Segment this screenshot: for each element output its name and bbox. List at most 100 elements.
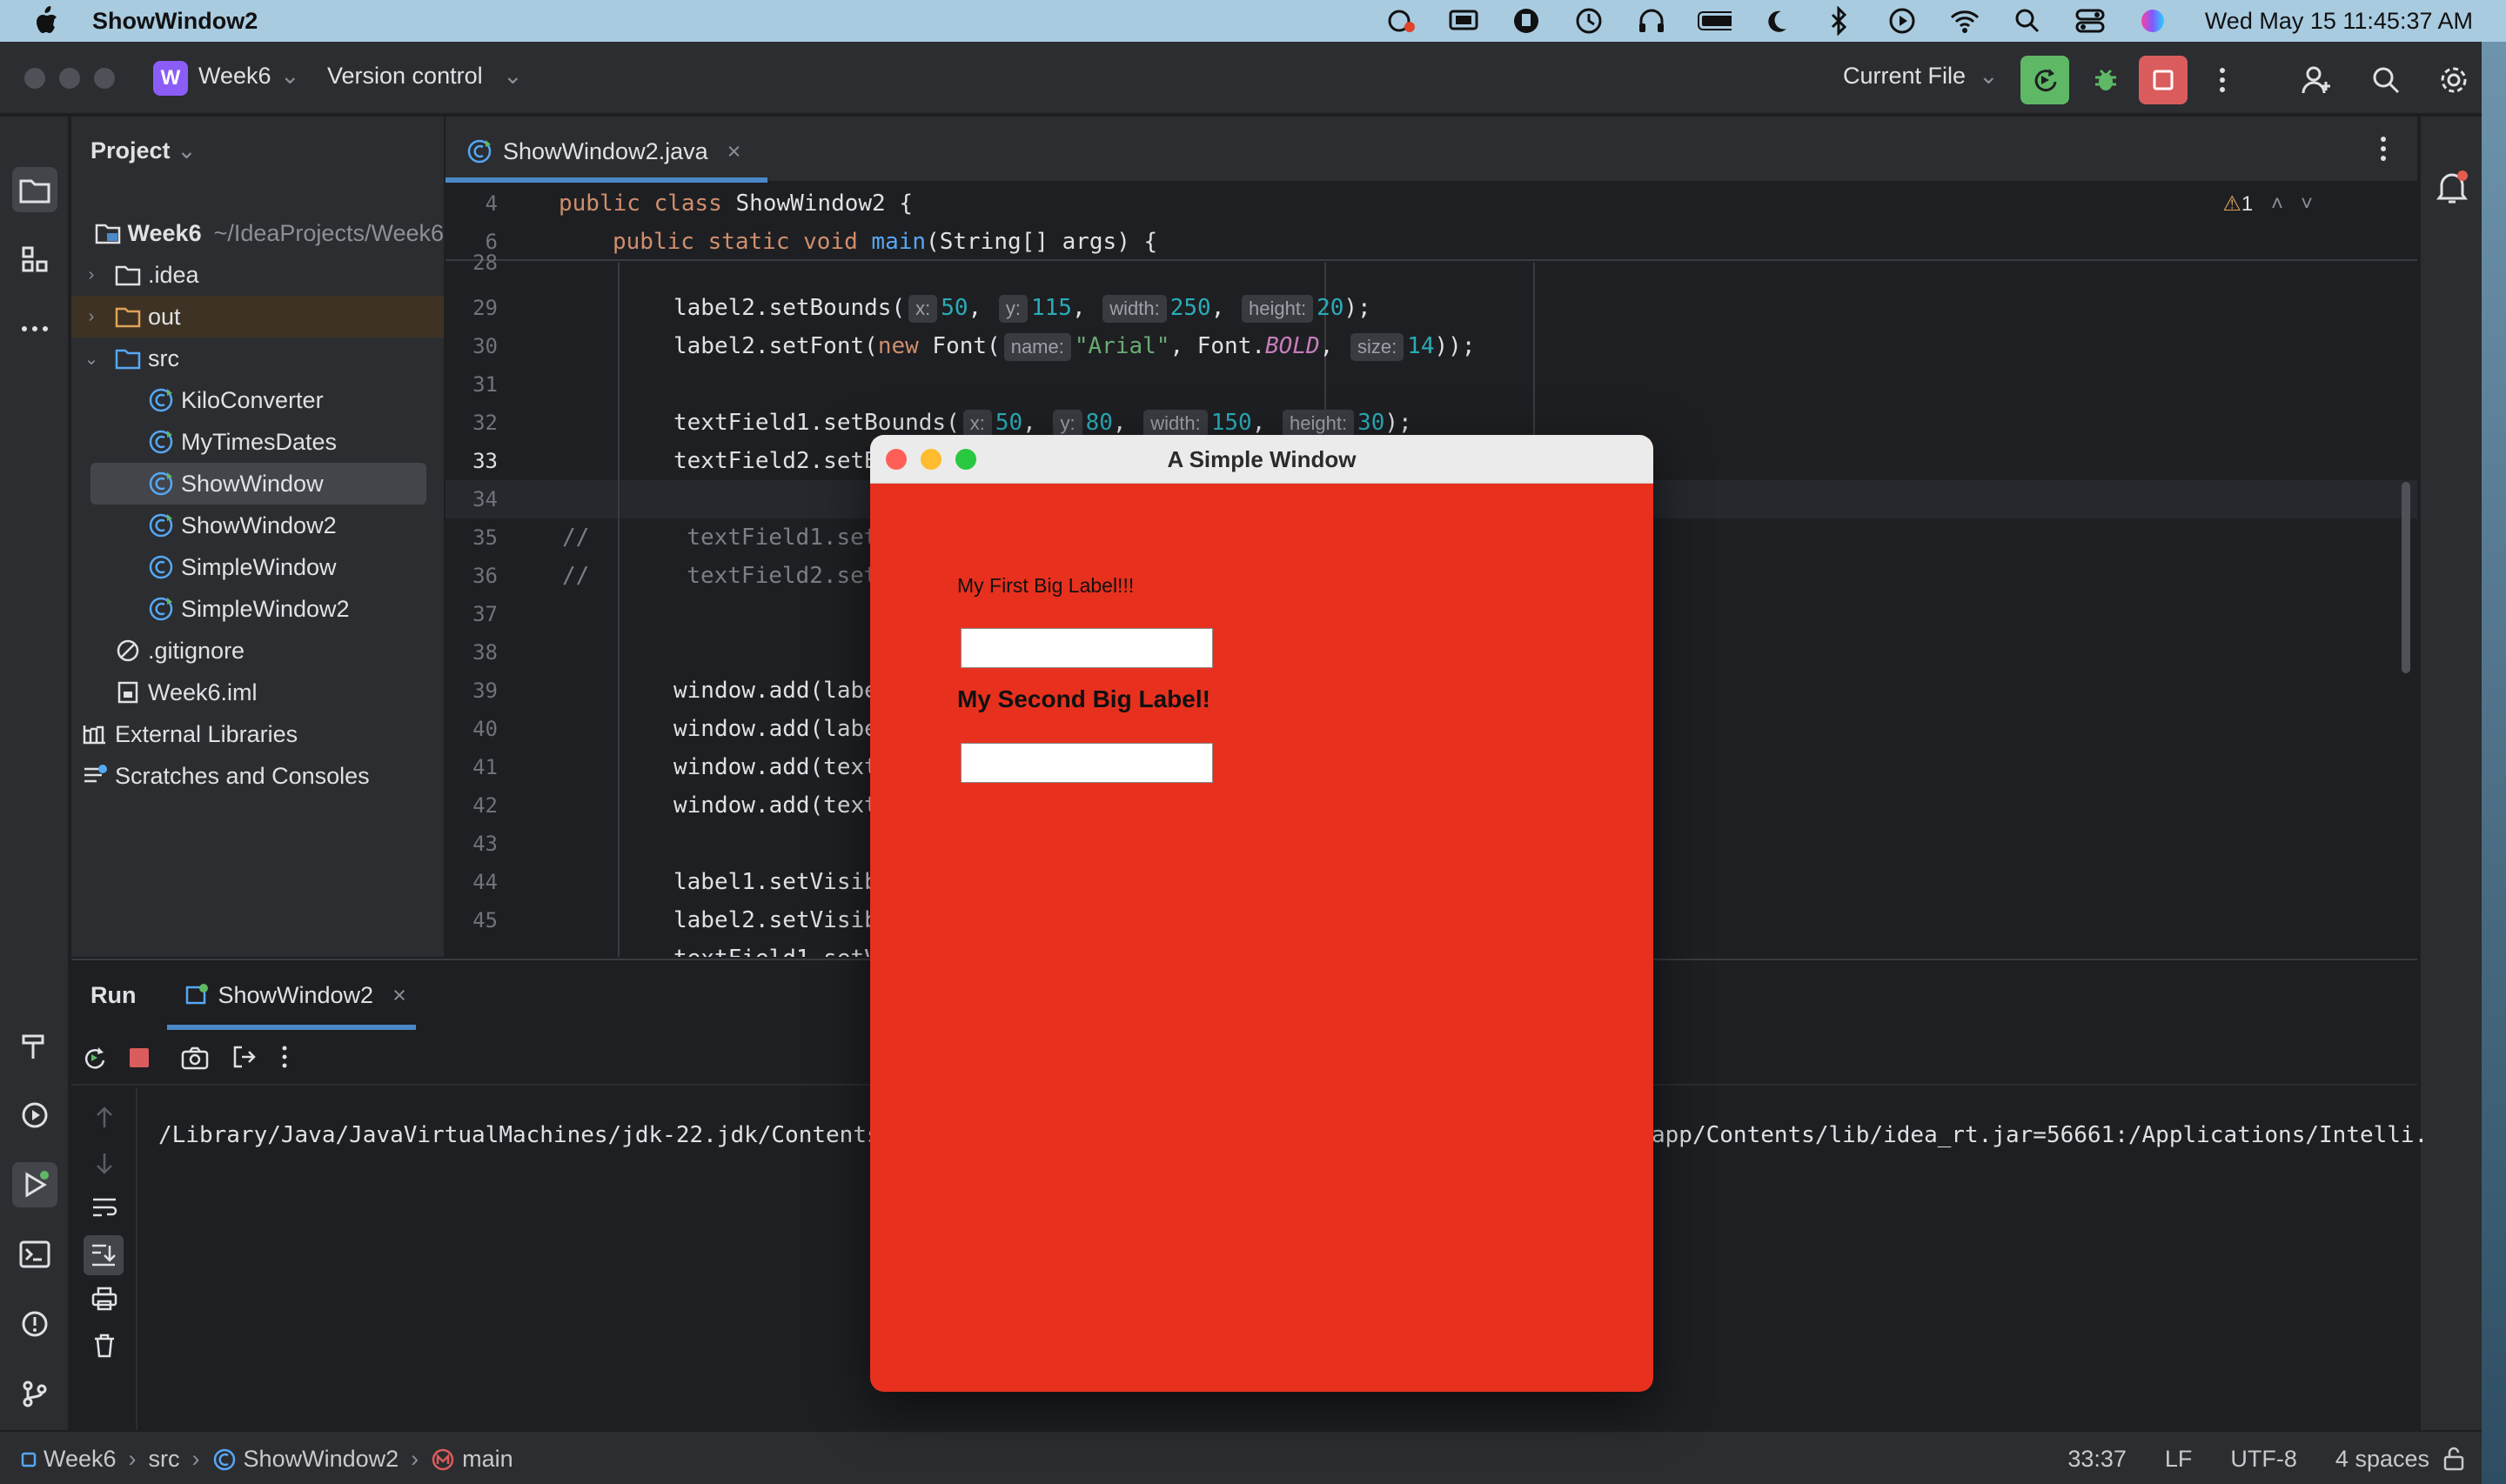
git-branch-icon[interactable] [12, 1371, 57, 1416]
tree-item-simplewindow2[interactable]: SimpleWindow2 [71, 588, 444, 630]
chevron-right-icon[interactable]: › [82, 265, 101, 285]
tree-item-idea[interactable]: › .idea [71, 254, 444, 296]
stop-button[interactable] [2139, 56, 2188, 104]
line-separator[interactable]: LF [2165, 1446, 2193, 1473]
window-close-button[interactable] [24, 68, 45, 89]
java-window-titlebar[interactable]: A Simple Window [870, 435, 1653, 484]
siri-icon[interactable] [2135, 5, 2170, 37]
chevron-down-icon[interactable]: ⌄ [503, 63, 523, 90]
text-field-1[interactable] [961, 628, 1213, 668]
window-zoom-button[interactable] [94, 68, 115, 89]
services-icon[interactable] [12, 1093, 57, 1138]
structure-icon[interactable] [12, 237, 57, 282]
lock-icon[interactable] [2442, 1446, 2466, 1472]
exit-icon[interactable] [231, 1044, 258, 1070]
tree-item-mytimesdates[interactable]: MyTimesDates [71, 421, 444, 463]
chevron-down-icon[interactable]: ⌄ [1979, 63, 1999, 90]
text-field-2[interactable] [961, 743, 1213, 783]
wifi-icon[interactable] [1947, 5, 1982, 37]
tree-item-scratches[interactable]: Scratches and Consoles [71, 755, 444, 797]
build-hammer-icon[interactable] [12, 1023, 57, 1068]
focus-moon-icon[interactable] [1759, 5, 1794, 37]
java-minimize-button[interactable] [921, 449, 941, 470]
tree-item-gitignore[interactable]: .gitignore [71, 630, 444, 672]
project-panel-header[interactable]: Project ⌄ [90, 137, 197, 164]
project-badge[interactable]: W [153, 61, 188, 96]
tree-item-week6-iml[interactable]: Week6.iml [71, 672, 444, 713]
close-icon[interactable]: × [392, 982, 406, 1009]
run-config-selector[interactable]: Current File [1843, 63, 1966, 90]
run-tab-showwindow2[interactable]: ShowWindow2 × [184, 982, 406, 1009]
caret-position[interactable]: 33:37 [2067, 1446, 2127, 1473]
java-zoom-button[interactable] [955, 449, 976, 470]
battery-icon[interactable] [1697, 5, 1732, 37]
screen-mirror-icon[interactable] [1446, 5, 1481, 37]
time-machine-icon[interactable] [1571, 5, 1606, 37]
soft-wrap-icon[interactable] [90, 1195, 118, 1220]
console-output-left[interactable]: /Library/Java/JavaVirtualMachines/jdk-22… [158, 1122, 881, 1148]
add-user-icon[interactable] [2292, 56, 2341, 104]
macos-menu-bar: ShowWindow2 Wed May 15 11:45:37 AM [0, 0, 2506, 42]
spotlight-search-icon[interactable] [2010, 5, 2045, 37]
stop-icon[interactable] [127, 1046, 151, 1070]
version-control-menu[interactable]: Version control [327, 63, 483, 90]
headphones-icon[interactable] [1634, 5, 1669, 37]
tree-item-external-libraries[interactable]: External Libraries [71, 713, 444, 755]
problems-icon[interactable] [12, 1301, 57, 1347]
now-playing-icon[interactable] [1885, 5, 1920, 37]
settings-gear-icon[interactable] [2429, 56, 2478, 104]
bluetooth-icon[interactable] [1822, 5, 1857, 37]
window-minimize-button[interactable] [59, 68, 80, 89]
tree-item-out[interactable]: › out [71, 296, 444, 338]
file-encoding[interactable]: UTF-8 [2230, 1446, 2297, 1473]
chevron-down-icon[interactable]: ⌄ [82, 348, 101, 370]
tree-root-week6[interactable]: Week6 ~/IdeaProjects/Week6 [71, 212, 444, 254]
project-folder-icon[interactable] [12, 167, 57, 212]
chevron-down-icon[interactable]: ⌄ [280, 63, 300, 90]
scroll-to-end-icon[interactable] [84, 1235, 124, 1275]
breadcrumb-week6[interactable]: Week6 [44, 1446, 117, 1473]
debug-bug-icon[interactable] [2081, 56, 2130, 104]
tab-showwindow2-java[interactable]: ShowWindow2.java × [466, 132, 740, 170]
arrow-down-icon[interactable] [92, 1150, 117, 1176]
tree-item-src[interactable]: ⌄ src [71, 338, 444, 379]
tree-label: out [148, 303, 181, 330]
menu-clock[interactable]: Wed May 15 11:45:37 AM [2205, 8, 2473, 35]
tree-item-kiloconverter[interactable]: KiloConverter [71, 379, 444, 421]
notifications-bell-icon[interactable] [2433, 169, 2471, 207]
search-icon[interactable] [2362, 56, 2410, 104]
java-simple-window[interactable]: A Simple Window My First Big Label!!! My… [870, 435, 1653, 1392]
more-options-icon[interactable] [280, 1044, 289, 1070]
indent-setting[interactable]: 4 spaces [2335, 1446, 2429, 1473]
console-output-right[interactable]: app/Contents/lib/idea_rt.jar=56661:/Appl… [1652, 1122, 2428, 1148]
rerun-icon[interactable] [80, 1044, 108, 1072]
control-center-icon[interactable] [2073, 5, 2107, 37]
close-icon[interactable]: × [727, 138, 741, 165]
menu-tray: Wed May 15 11:45:37 AM [1356, 0, 2506, 42]
print-icon[interactable] [90, 1286, 118, 1312]
java-close-button[interactable] [886, 449, 907, 470]
tree-item-showwindow[interactable]: ShowWindow [90, 463, 426, 505]
chevron-right-icon[interactable]: › [82, 307, 101, 327]
tab-options-icon[interactable] [2379, 134, 2388, 164]
project-selector[interactable]: Week6 [198, 63, 271, 90]
more-tools-icon[interactable] [12, 306, 57, 351]
apple-menu-icon[interactable] [33, 6, 63, 36]
terminal-icon[interactable] [12, 1232, 57, 1277]
breadcrumb-main[interactable]: main [462, 1446, 513, 1473]
app-tray-icon[interactable] [1509, 5, 1544, 37]
breadcrumb-src[interactable]: src [149, 1446, 180, 1473]
camera-icon[interactable] [181, 1046, 209, 1070]
rerun-button[interactable] [2020, 56, 2069, 104]
app-name-menu[interactable]: ShowWindow2 [92, 8, 258, 35]
warning-indicator[interactable]: ⚠1 ˄ ˅ [2222, 191, 2313, 217]
tree-item-showwindow2[interactable]: ShowWindow2 [71, 505, 444, 546]
arrow-up-icon[interactable] [92, 1105, 117, 1131]
tree-item-simplewindow[interactable]: SimpleWindow [71, 546, 444, 588]
breadcrumb-showwindow2[interactable]: ShowWindow2 [244, 1446, 399, 1473]
creative-cloud-icon[interactable] [1384, 5, 1418, 37]
more-actions-icon[interactable] [2198, 56, 2247, 104]
trash-icon[interactable] [92, 1333, 117, 1359]
run-tool-icon[interactable] [12, 1162, 57, 1207]
java-class-run-icon [148, 596, 174, 622]
